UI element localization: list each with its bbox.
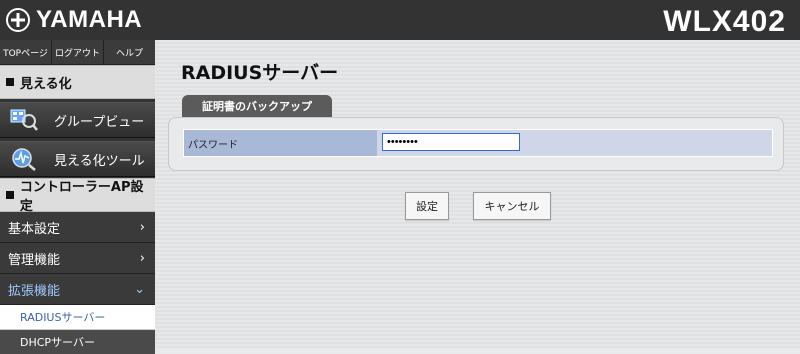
section-controller-ap: コントローラーAP設定 [0, 178, 155, 214]
yamaha-emblem-icon [6, 8, 30, 32]
section-bullet-icon [6, 78, 14, 86]
chevron-right-icon: › [139, 250, 145, 266]
password-row: パスワード [183, 129, 773, 157]
sidebar-item-label: 管理機能 [8, 252, 61, 268]
help-link[interactable]: ヘルプ [104, 40, 155, 64]
section-title: 見える化 [20, 76, 72, 92]
sidebar-item-label: 拡張機能 [8, 283, 61, 299]
sidebar: TOPページ ログアウト ヘルプ 見える化 グループビュー 見える化ツール コン… [0, 40, 155, 354]
password-input[interactable] [382, 133, 520, 151]
top-page-link[interactable]: TOPページ [0, 40, 52, 64]
password-value-cell [377, 130, 772, 156]
tab-certificate-backup: 証明書のバックアップ [182, 95, 332, 117]
yamaha-logo: YAMAHA [6, 5, 142, 35]
sidebar-item-management[interactable]: 管理機能 › [0, 243, 155, 274]
top-navigation: TOPページ ログアウト ヘルプ [0, 40, 155, 65]
brand-name: YAMAHA [36, 6, 143, 33]
chevron-down-icon: ⌄ [134, 281, 145, 297]
section-bullet-icon [6, 191, 14, 199]
group-view-label: グループビュー [54, 114, 145, 130]
cancel-button[interactable]: キャンセル [473, 192, 551, 220]
page-title: RADIUSサーバー [181, 62, 339, 84]
group-view-icon [6, 106, 42, 134]
app-header: YAMAHA WLX402 [0, 0, 800, 40]
section-title: コントローラーAP設定 [19, 180, 144, 214]
group-view-button[interactable]: グループビュー [0, 102, 155, 138]
logout-link[interactable]: ログアウト [52, 40, 104, 64]
sidebar-subitem-dhcp-server[interactable]: DHCPサーバー [0, 330, 155, 354]
sidebar-item-extended[interactable]: 拡張機能 ⌄ [0, 274, 155, 305]
set-button[interactable]: 設定 [405, 192, 449, 220]
sidebar-item-label: 基本設定 [8, 221, 61, 237]
visualization-tool-button[interactable]: 見える化ツール [0, 141, 155, 177]
visualization-tool-label: 見える化ツール [54, 153, 145, 169]
section-visualization: 見える化 [0, 65, 155, 99]
password-label: パスワード [184, 130, 377, 156]
main-content: RADIUSサーバー 証明書のバックアップ パスワード 設定 キャンセル [155, 40, 800, 349]
device-model: WLX402 [663, 5, 786, 38]
sidebar-item-basic-settings[interactable]: 基本設定 › [0, 212, 155, 243]
settings-panel: パスワード [168, 117, 784, 171]
chevron-right-icon: › [139, 219, 145, 235]
visualization-tool-icon [6, 145, 42, 173]
sidebar-subitem-radius-server[interactable]: RADIUSサーバー [0, 305, 155, 330]
